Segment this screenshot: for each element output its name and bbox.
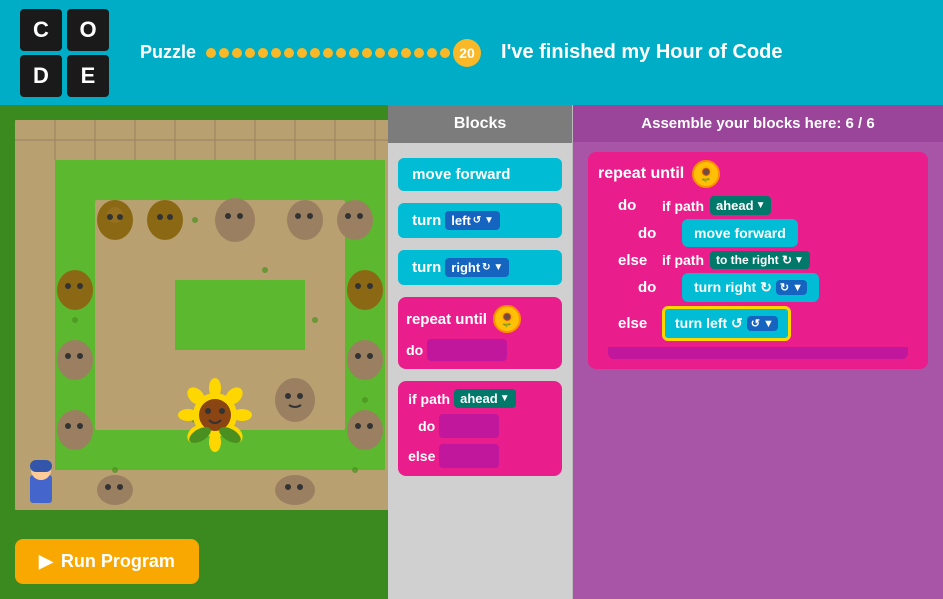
logo-e: E	[67, 55, 109, 97]
run-program-label: Run Program	[61, 551, 175, 572]
chevron-down-icon: ↻ ▼	[482, 262, 503, 273]
puzzle-dot	[258, 48, 268, 58]
block-connector	[608, 347, 908, 359]
puzzle-dot	[323, 48, 333, 58]
move-forward-label: move forward	[412, 166, 510, 183]
chevron-down-icon: ▼	[794, 255, 804, 266]
blocks-panel: Blocks move forward turn left ↺ ▼ turn r…	[388, 105, 573, 599]
logo-d: D	[20, 55, 62, 97]
asm-sunflower-icon: 🌻	[692, 160, 720, 188]
chevron-down-icon: ↺ ▼	[473, 215, 494, 226]
assemble-area: repeat until 🌻 do if path ahead ▼ do	[573, 142, 943, 379]
chevron-down-icon: ▼	[500, 393, 510, 404]
asm-else-turn-left-row: else turn left ↺ ↺ ▼	[618, 306, 918, 341]
block-if-path[interactable]: if path ahead ▼ do else	[398, 381, 562, 476]
puzzle-dot	[336, 48, 346, 58]
asm-else-label: else	[618, 252, 656, 269]
if-path-text: if path	[408, 391, 450, 407]
block-turn-left[interactable]: turn left ↺ ▼	[398, 203, 562, 238]
else-slot	[439, 444, 499, 468]
block-move-forward[interactable]: move forward	[398, 158, 562, 191]
if-path-dropdown[interactable]: ahead ▼	[454, 389, 515, 408]
puzzle-label: Puzzle	[140, 42, 196, 63]
puzzle-dot	[219, 48, 229, 58]
turn-left-text: turn	[412, 212, 441, 229]
puzzle-dot	[284, 48, 294, 58]
asm-to-right-dropdown[interactable]: to the right ↻ ▼	[710, 251, 810, 269]
blocks-panel-header: Blocks	[388, 105, 572, 143]
asm-do-label: do	[618, 197, 656, 214]
puzzle-dot	[388, 48, 398, 58]
do-slot	[427, 339, 507, 361]
asm-else-row: else if path to the right ↻ ▼	[618, 251, 918, 269]
header: C O D E Puzzle 20 I've finished my Hour …	[0, 0, 943, 105]
asm-do-row: do if path ahead ▼	[618, 196, 918, 215]
do-label-repeat: do	[406, 342, 423, 358]
asm-repeat-label: repeat until	[598, 165, 684, 183]
maze-svg	[15, 120, 388, 510]
puzzle-dot	[349, 48, 359, 58]
asm-move-forward-block[interactable]: move forward	[682, 219, 798, 247]
puzzle-dot-current: 20	[453, 39, 481, 67]
run-program-button[interactable]: ▶ Run Program	[15, 539, 199, 584]
puzzle-dot	[206, 48, 216, 58]
puzzle-dot	[271, 48, 281, 58]
asm-turn-right-block[interactable]: turn right ↻ ↻ ▼	[682, 273, 819, 302]
puzzle-dot	[362, 48, 372, 58]
chevron-down-icon: ▼	[756, 200, 766, 211]
puzzle-dot	[245, 48, 255, 58]
puzzle-dot	[427, 48, 437, 58]
asm-do-move-label: do	[638, 225, 676, 242]
repeat-until-label: repeat until	[406, 311, 487, 328]
sunflower-icon: 🌻	[493, 305, 521, 333]
game-area: ▶ Run Program	[0, 105, 388, 599]
play-icon: ▶	[39, 551, 53, 572]
logo-c: C	[20, 9, 62, 51]
turn-right-text: turn	[412, 259, 441, 276]
else-label: else	[408, 448, 435, 464]
main: ▶ Run Program Blocks move forward turn l…	[0, 105, 943, 599]
logo: C O D E	[20, 9, 110, 97]
do-slot-if	[439, 414, 499, 438]
turn-right-inner-dropdown[interactable]: ↻ ▼	[776, 280, 807, 295]
asm-do-turn-right-row: do turn right ↻ ↻ ▼	[638, 273, 918, 302]
maze-canvas	[15, 120, 388, 510]
assemble-panel-header: Assemble your blocks here: 6 / 6	[573, 105, 943, 142]
block-turn-right[interactable]: turn right ↻ ▼	[398, 250, 562, 285]
puzzle-bar: Puzzle 20 I've finished my Hour of Code	[140, 39, 923, 67]
block-repeat-until[interactable]: repeat until 🌻 do	[398, 297, 562, 369]
turn-right-dropdown[interactable]: right ↻ ▼	[445, 258, 509, 277]
asm-else-turn-left-label: else	[618, 315, 656, 332]
asm-ahead-dropdown[interactable]: ahead ▼	[710, 196, 771, 215]
asm-else-if-path-text: if path	[662, 252, 704, 268]
logo-o: O	[67, 9, 109, 51]
do-label-if: do	[418, 418, 435, 434]
asm-if-path-text: if path	[662, 198, 704, 214]
finished-text: I've finished my Hour of Code	[501, 41, 782, 64]
puzzle-dot	[414, 48, 424, 58]
turn-left-inner-dropdown[interactable]: ↺ ▼	[747, 316, 778, 331]
puzzle-dot	[310, 48, 320, 58]
asm-repeat-block[interactable]: repeat until 🌻 do if path ahead ▼ do	[588, 152, 928, 369]
puzzle-dot	[297, 48, 307, 58]
assemble-panel: Assemble your blocks here: 6 / 6 repeat …	[573, 105, 943, 599]
puzzle-dot	[232, 48, 242, 58]
asm-do-move-row: do move forward	[638, 219, 918, 247]
puzzle-dot	[440, 48, 450, 58]
puzzle-dot	[375, 48, 385, 58]
asm-do-turn-right-label: do	[638, 279, 676, 296]
puzzle-dots: 20	[206, 39, 481, 67]
puzzle-dot	[401, 48, 411, 58]
asm-turn-left-block[interactable]: turn left ↺ ↺ ▼	[662, 306, 791, 341]
blocks-list: move forward turn left ↺ ▼ turn right ↻ …	[388, 143, 572, 491]
turn-left-dropdown[interactable]: left ↺ ▼	[445, 211, 500, 230]
